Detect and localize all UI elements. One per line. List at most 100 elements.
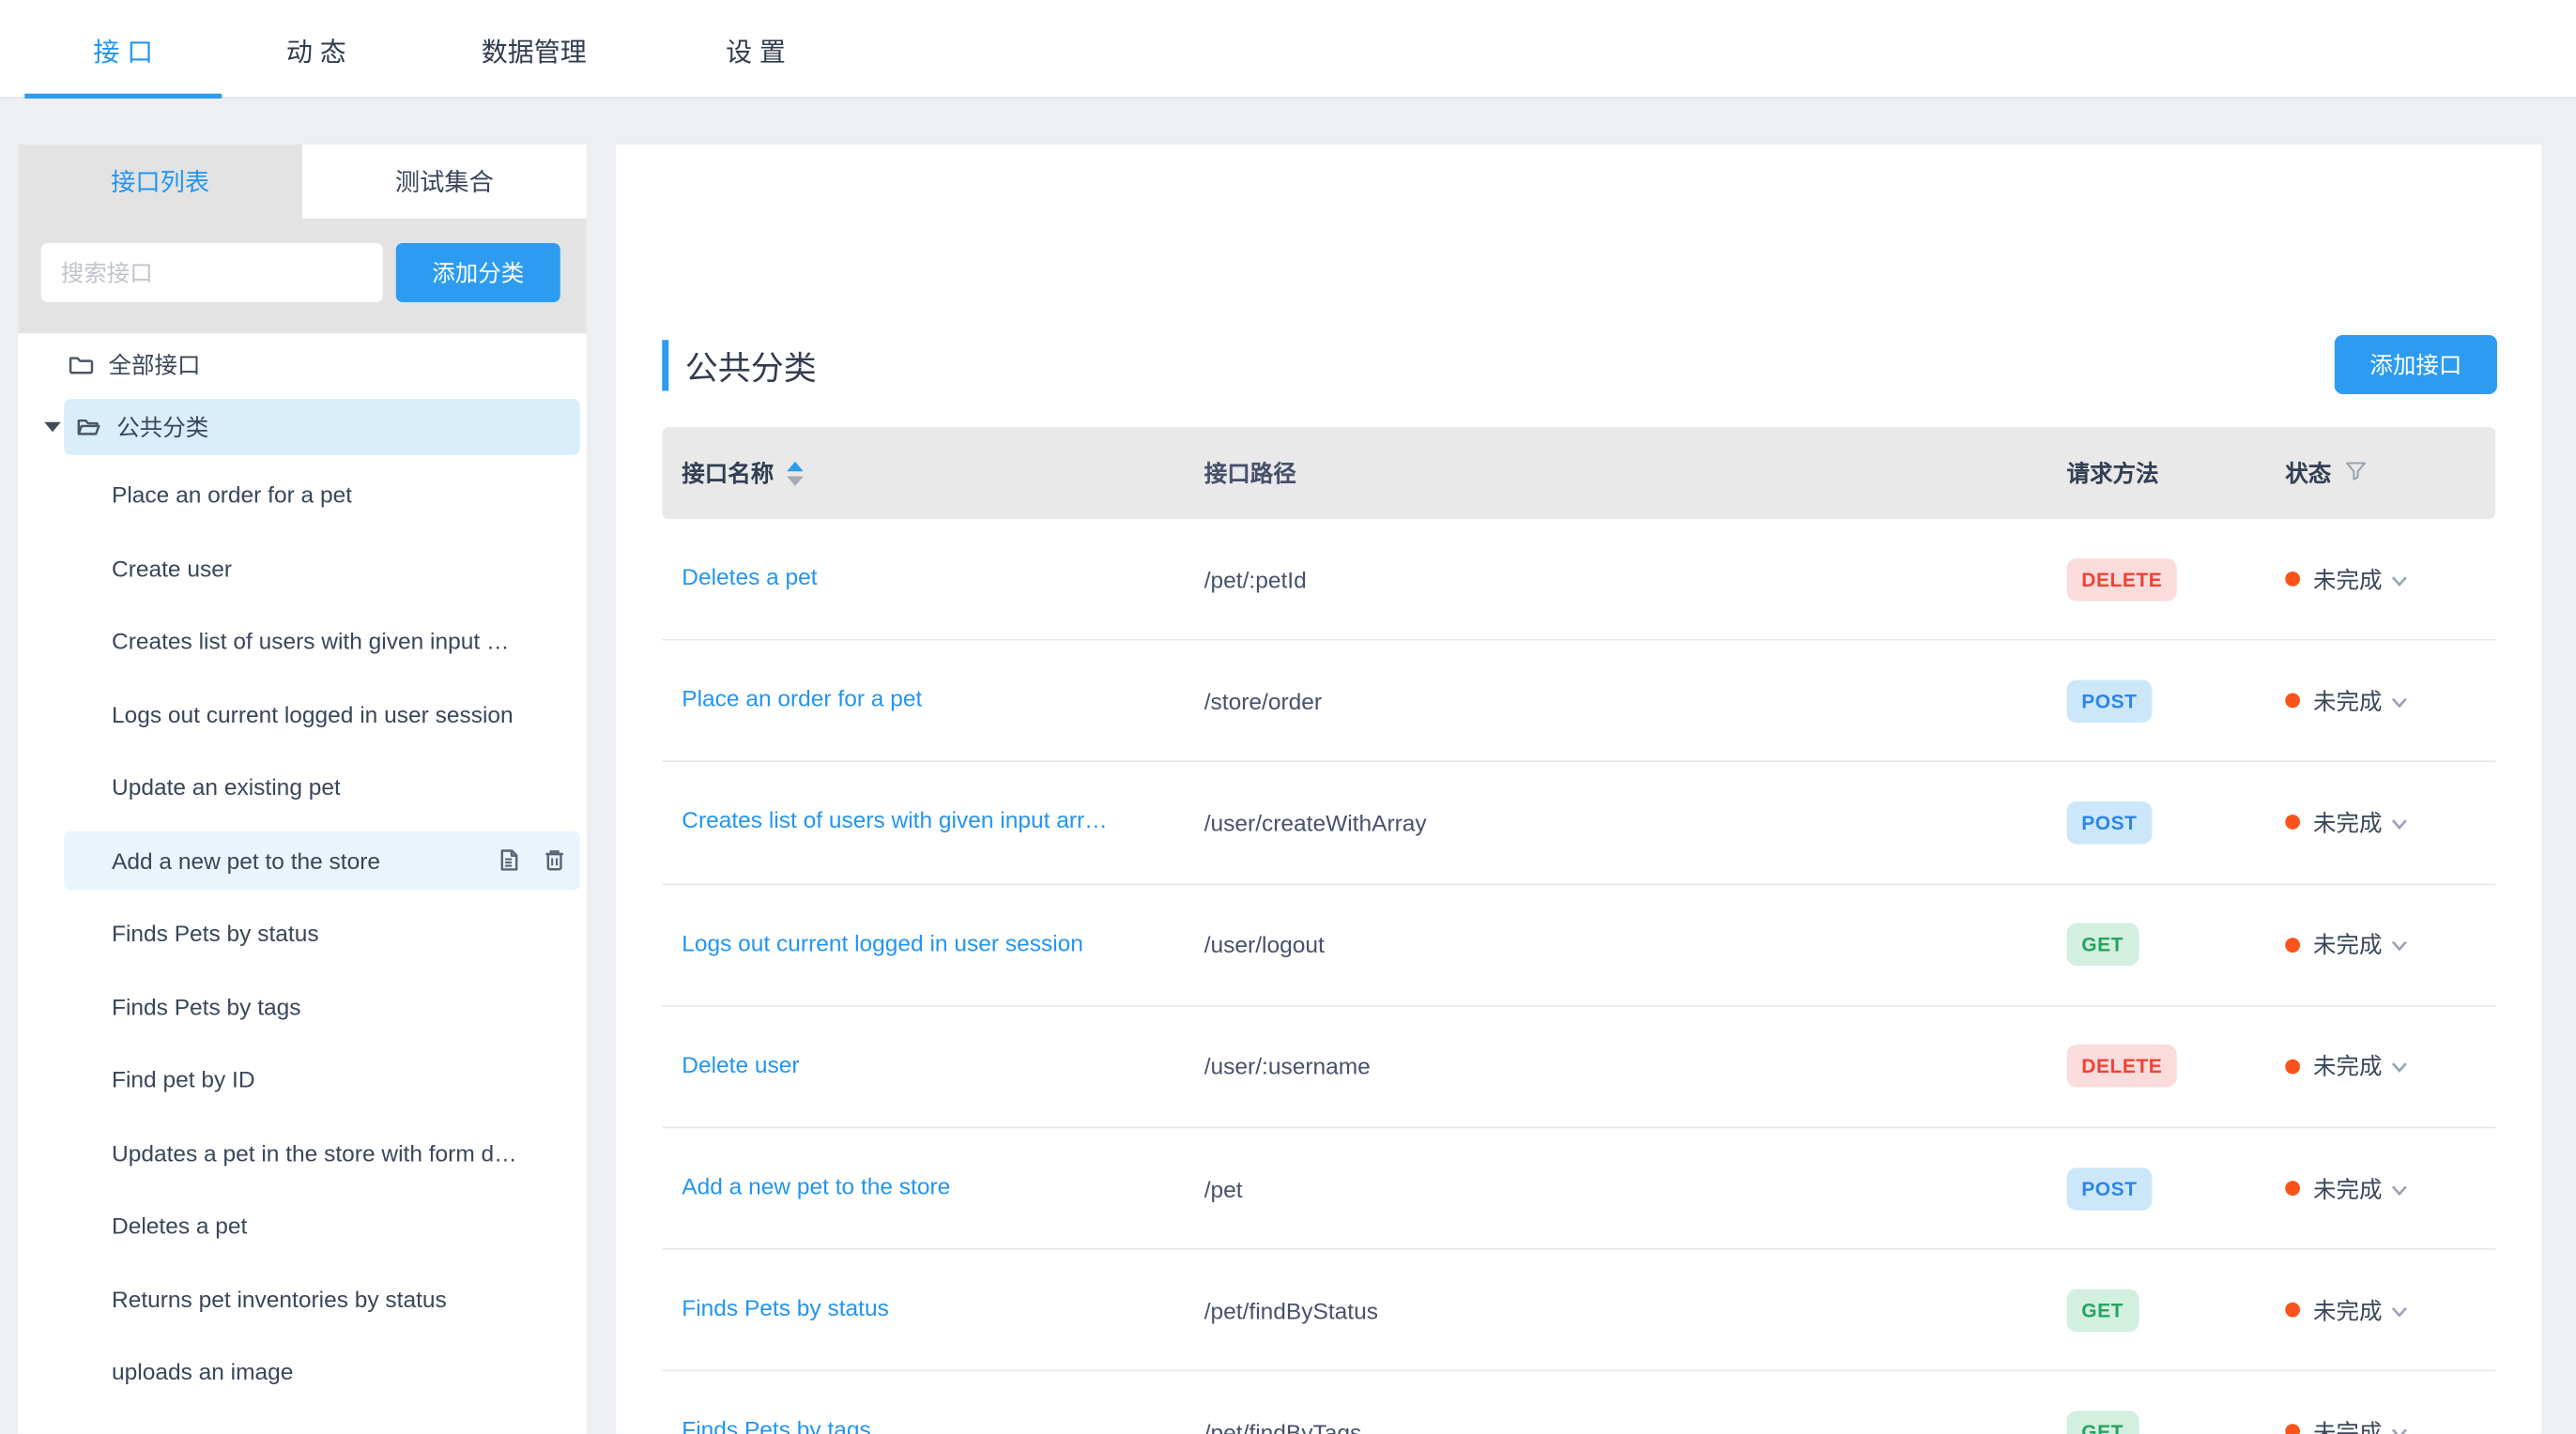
nav-tab-1[interactable]: 动 态 bbox=[222, 0, 410, 98]
sidebar-item[interactable]: Place an order for a pet bbox=[18, 458, 587, 531]
main-panel: 公共分类 添加接口 接口名称 接口路径 请求方法 状态 bbox=[616, 145, 2541, 1434]
tree-category-label: 公共分类 bbox=[116, 411, 208, 444]
tab-test-collection[interactable]: 测试集合 bbox=[302, 145, 587, 219]
caret-down-icon[interactable] bbox=[44, 422, 61, 433]
api-path: /user/logout bbox=[1204, 932, 2043, 958]
trash-icon[interactable] bbox=[543, 847, 567, 874]
tree-root-all-interfaces[interactable]: 全部接口 bbox=[18, 333, 587, 396]
nav-tab-2[interactable]: 数据管理 bbox=[411, 0, 658, 98]
sidebar-item-label: Add a new pet to the store bbox=[112, 847, 380, 874]
status-label: 未完成 bbox=[2313, 928, 2383, 961]
nav-tab-3[interactable]: 设 置 bbox=[657, 0, 854, 98]
api-name-link[interactable]: Place an order for a pet bbox=[682, 685, 922, 711]
column-header-path: 接口路径 bbox=[1204, 457, 2043, 490]
tree-category-public[interactable]: 公共分类 bbox=[18, 396, 587, 459]
status-cell[interactable]: 未完成 bbox=[2276, 1050, 2496, 1083]
search-input[interactable] bbox=[41, 243, 383, 302]
chevron-down-icon bbox=[2390, 810, 2408, 836]
status-dot-icon bbox=[2285, 1181, 2300, 1196]
title-accent-bar bbox=[662, 339, 668, 389]
sidebar-item-label: Find pet by ID bbox=[112, 1066, 255, 1092]
table-row: Logs out current logged in user session /… bbox=[662, 884, 2495, 1006]
sidebar-item[interactable]: Create user bbox=[18, 531, 587, 604]
sidebar-item-label: Create user bbox=[112, 555, 232, 581]
page-title: 公共分类 bbox=[685, 341, 817, 389]
add-interface-button[interactable]: 添加接口 bbox=[2335, 335, 2497, 394]
sidebar-item[interactable]: Finds Pets by tags bbox=[18, 969, 587, 1043]
table-row: Creates list of users with given input a… bbox=[662, 763, 2495, 885]
tab-interface-list[interactable]: 接口列表 bbox=[18, 145, 302, 219]
table-body: Deletes a pet/pet/:petIdDELETE未完成Place a… bbox=[662, 519, 2495, 1434]
sidebar-item[interactable]: Find pet by ID bbox=[18, 1043, 587, 1116]
chevron-down-icon bbox=[2390, 1175, 2408, 1201]
add-category-button[interactable]: 添加分类 bbox=[396, 243, 560, 302]
sidebar-item-label: Finds Pets by tags bbox=[112, 993, 301, 1019]
item-action-icons bbox=[497, 847, 567, 874]
sidebar-item[interactable]: Deletes a pet bbox=[18, 1189, 587, 1262]
document-icon[interactable] bbox=[497, 847, 521, 874]
status-dot-icon bbox=[2285, 1303, 2300, 1318]
api-name-link[interactable]: Deletes a pet bbox=[682, 563, 817, 589]
sidebar-item[interactable]: Update an existing pet bbox=[18, 751, 587, 824]
sidebar-item-label: uploads an image bbox=[112, 1359, 293, 1385]
sort-asc-icon bbox=[787, 461, 804, 471]
api-path: /pet/findByStatus bbox=[1204, 1297, 2043, 1323]
folder-icon bbox=[68, 352, 94, 378]
api-path: /pet bbox=[1204, 1175, 2043, 1201]
api-name-link[interactable]: Finds Pets by status bbox=[682, 1294, 889, 1320]
sidebar-item-label: Updates a pet in the store with form d… bbox=[112, 1139, 517, 1166]
status-cell[interactable]: 未完成 bbox=[2276, 928, 2496, 961]
sidebar-item[interactable]: uploads an image bbox=[18, 1335, 587, 1409]
status-label: 未完成 bbox=[2313, 806, 2383, 839]
chevron-down-icon bbox=[2390, 1053, 2408, 1079]
column-header-status: 状态 bbox=[2285, 457, 2331, 490]
sidebar-item[interactable]: Finds Pets by status bbox=[18, 897, 587, 970]
sidebar-item[interactable]: Returns pet inventories by status bbox=[18, 1262, 587, 1335]
sidebar-item-label: Place an order for a pet bbox=[112, 481, 352, 508]
status-cell[interactable]: 未完成 bbox=[2276, 1294, 2496, 1327]
api-name-link[interactable]: Finds Pets by tags bbox=[682, 1416, 871, 1434]
sidebar: 接口列表 测试集合 添加分类 全部接口 公共分类 bbox=[18, 145, 587, 1434]
method-badge: DELETE bbox=[2067, 557, 2177, 601]
method-badge: GET bbox=[2067, 1289, 2139, 1332]
api-path: /user/:username bbox=[1204, 1053, 2043, 1079]
status-cell[interactable]: 未完成 bbox=[2276, 806, 2496, 839]
method-badge: GET bbox=[2067, 1411, 2139, 1434]
api-path: /user/createWithArray bbox=[1204, 810, 2043, 836]
sidebar-item[interactable]: Add a new pet to the store bbox=[18, 824, 587, 897]
sort-icon[interactable] bbox=[787, 461, 804, 485]
app-root: 接 口动 态数据管理设 置 接口列表 测试集合 添加分类 全部接口 bbox=[0, 0, 2576, 1434]
table-row: Add a new pet to the store/petPOST未完成 bbox=[662, 1128, 2495, 1250]
folder-open-icon bbox=[76, 414, 102, 440]
column-header-name: 接口名称 bbox=[682, 457, 774, 490]
method-badge: DELETE bbox=[2067, 1045, 2177, 1089]
nav-tab-0[interactable]: 接 口 bbox=[24, 0, 222, 98]
method-badge: POST bbox=[2067, 679, 2153, 723]
sidebar-item[interactable]: Updates a pet in the store with form d… bbox=[18, 1116, 587, 1189]
sidebar-item[interactable]: Logs out current logged in user session bbox=[18, 678, 587, 751]
status-dot-icon bbox=[2285, 694, 2300, 709]
sidebar-header: 接口列表 测试集合 添加分类 bbox=[18, 145, 587, 333]
status-cell[interactable]: 未完成 bbox=[2276, 1415, 2496, 1434]
table-row: Deletes a pet/pet/:petIdDELETE未完成 bbox=[662, 519, 2495, 641]
table-row: Finds Pets by tags/pet/findByTags GET 未完成 bbox=[662, 1372, 2495, 1434]
status-dot-icon bbox=[2285, 1425, 2300, 1434]
filter-icon[interactable] bbox=[2344, 459, 2368, 487]
sidebar-item-label: Returns pet inventories by status bbox=[112, 1286, 447, 1312]
status-cell[interactable]: 未完成 bbox=[2276, 563, 2496, 596]
api-name-link[interactable]: Logs out current logged in user session bbox=[682, 929, 1083, 955]
status-label: 未完成 bbox=[2313, 1294, 2383, 1327]
api-name-link[interactable]: Delete user bbox=[682, 1051, 799, 1077]
status-cell[interactable]: 未完成 bbox=[2276, 684, 2496, 717]
status-cell[interactable]: 未完成 bbox=[2276, 1172, 2496, 1205]
sidebar-item[interactable]: Creates list of users with given input … bbox=[18, 604, 587, 678]
api-name-link[interactable]: Add a new pet to the store bbox=[682, 1173, 950, 1199]
status-dot-icon bbox=[2285, 572, 2300, 587]
api-path: /pet/findByTags bbox=[1204, 1419, 2043, 1434]
chevron-down-icon bbox=[2390, 688, 2408, 714]
api-name-link[interactable]: Creates list of users with given input a… bbox=[682, 807, 1107, 833]
top-nav-tabs: 接 口动 态数据管理设 置 bbox=[24, 0, 854, 98]
chevron-down-icon bbox=[2390, 1419, 2408, 1434]
sidebar-item-label: Finds Pets by status bbox=[112, 920, 319, 946]
table-row: Place an order for a pet/store/orderPOST… bbox=[662, 641, 2495, 763]
